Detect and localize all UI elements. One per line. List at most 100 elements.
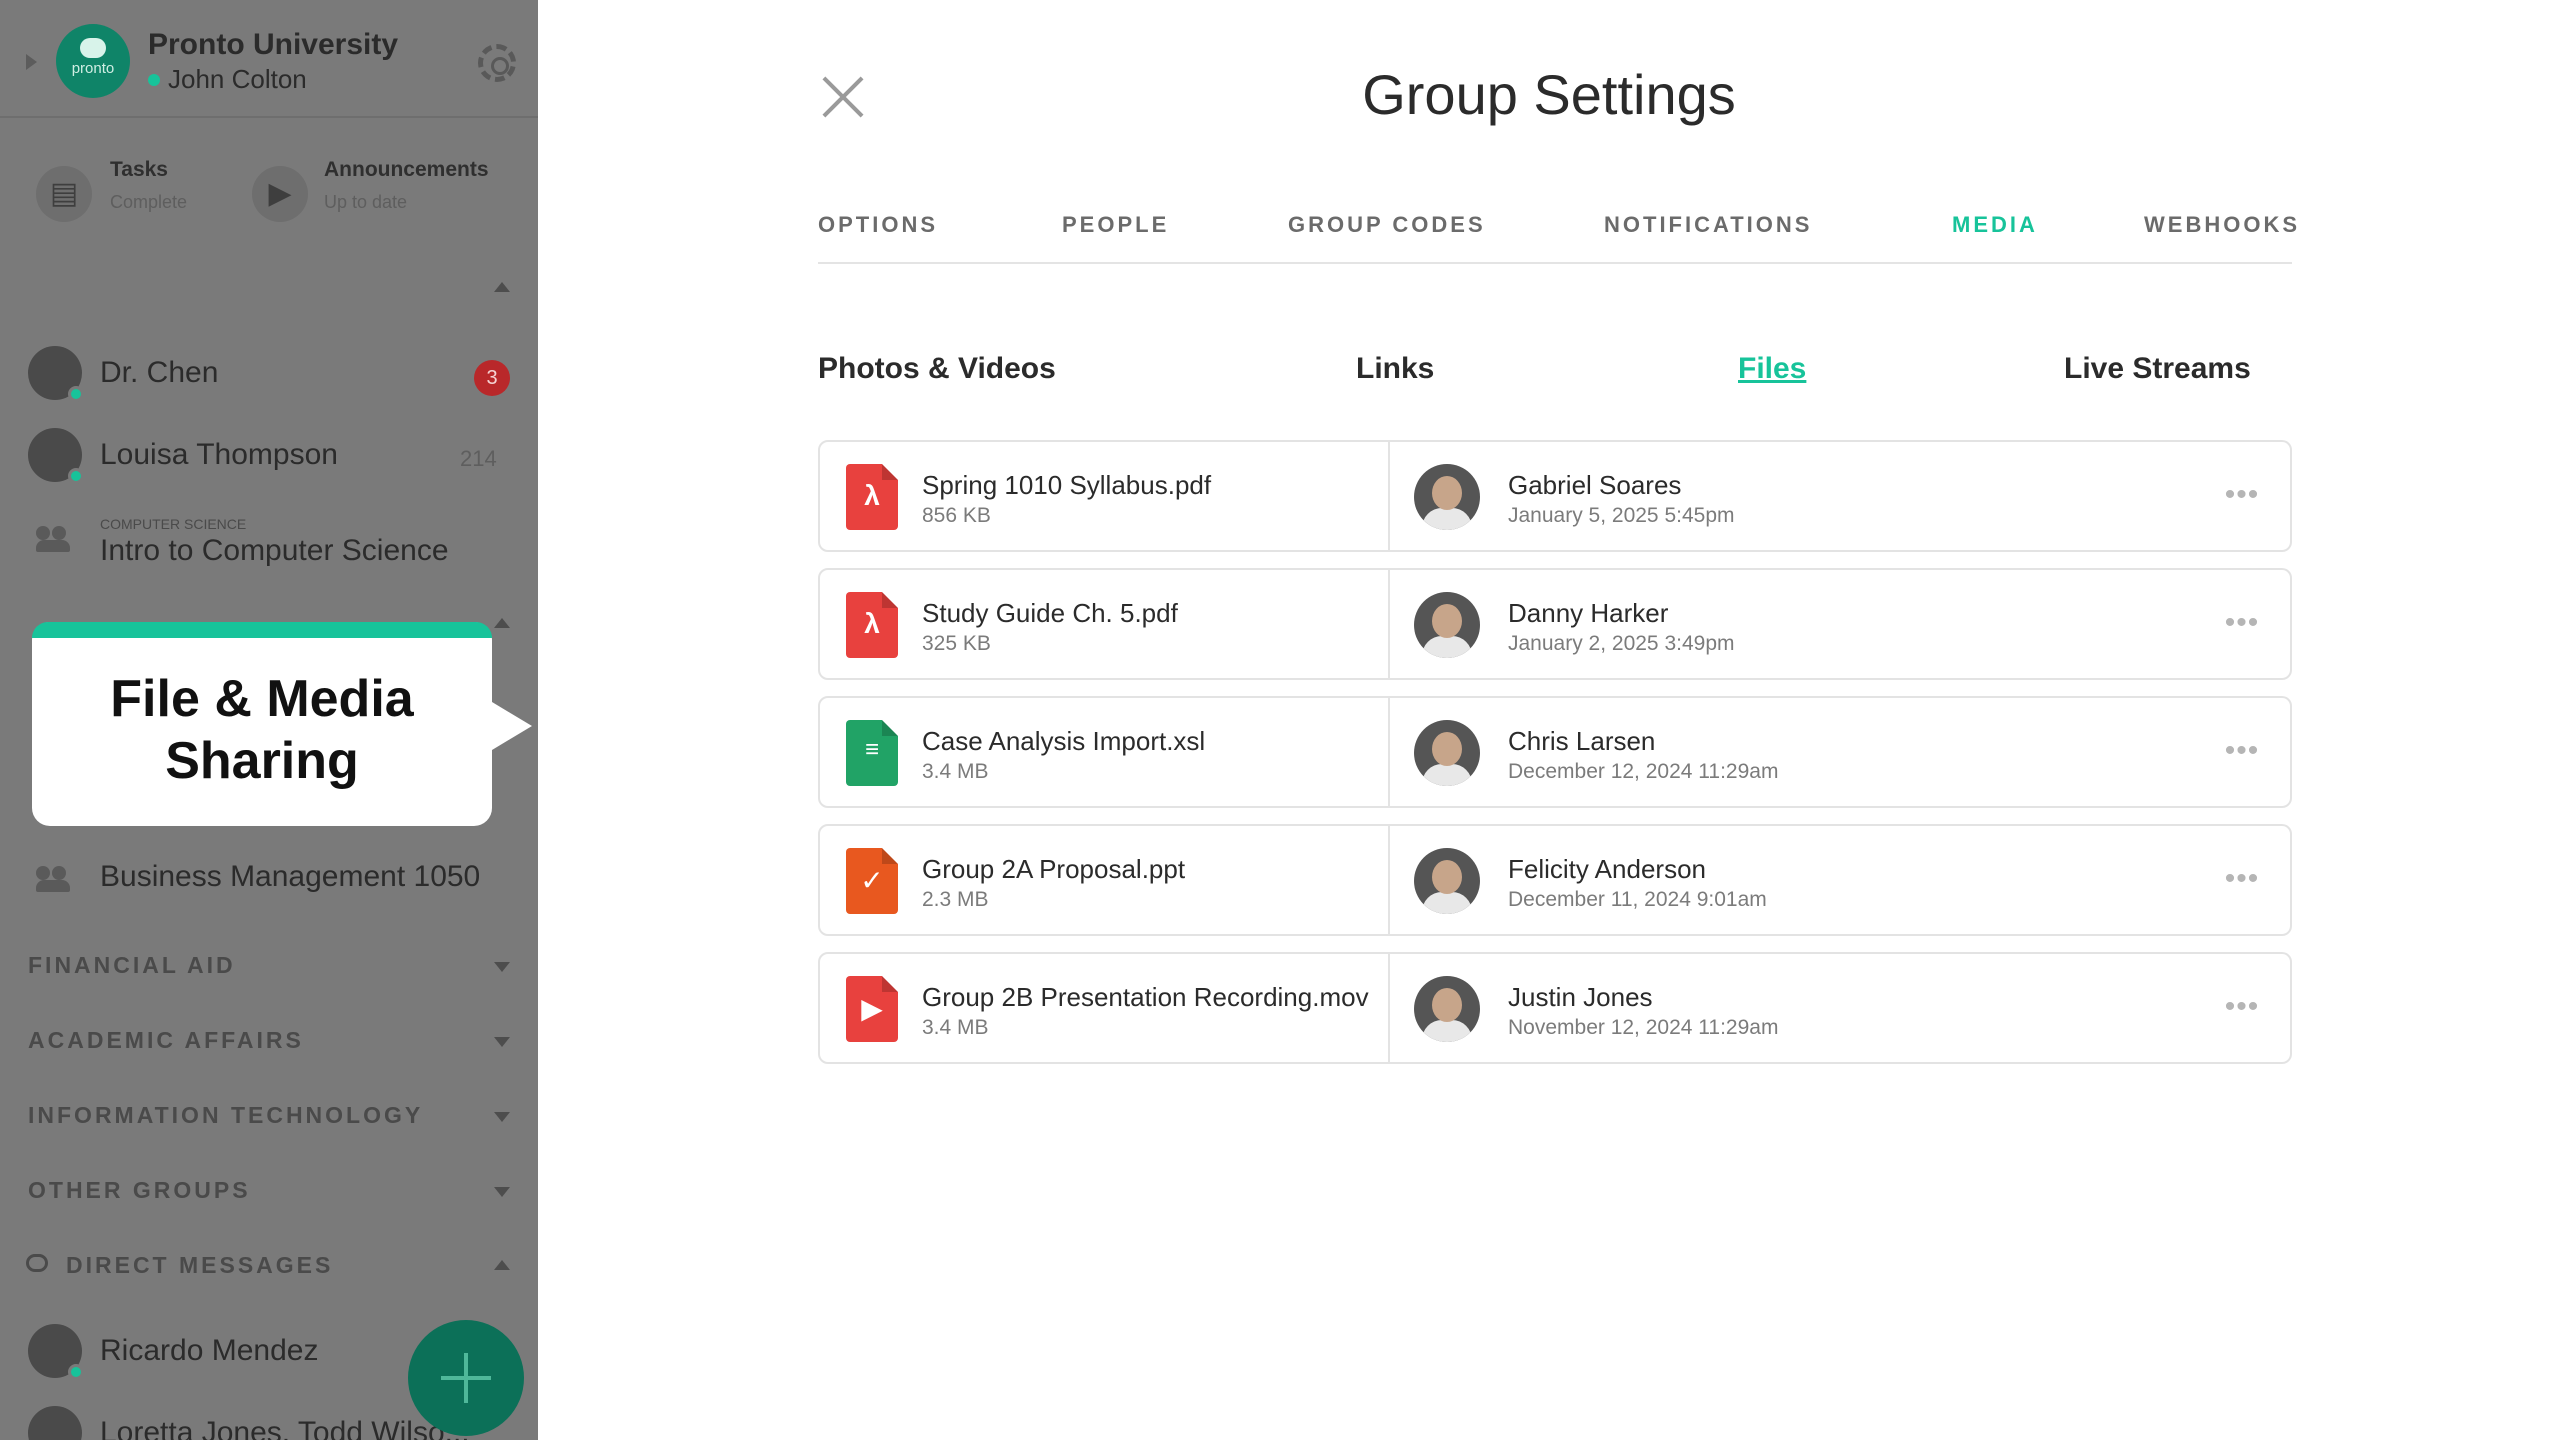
tasks-status[interactable]: ▤ Tasks Complete bbox=[0, 150, 240, 250]
table-row[interactable]: λ Spring 1010 Syllabus.pdf 856 KB Gabrie… bbox=[818, 440, 2292, 552]
callout-pointer bbox=[492, 702, 532, 750]
upload-date: December 11, 2024 9:01am bbox=[1508, 888, 1767, 911]
section-academic-affairs[interactable]: ACADEMIC AFFAIRS bbox=[0, 1021, 538, 1061]
file-name[interactable]: Group 2A Proposal.ppt bbox=[922, 854, 1185, 885]
file-size: 3.4 MB bbox=[922, 760, 989, 783]
chat-item-dr-chen[interactable]: Dr. Chen 3 bbox=[0, 334, 538, 414]
section-collapse-icon[interactable] bbox=[494, 618, 510, 628]
feature-callout: File & Media Sharing bbox=[32, 622, 532, 826]
pdf-file-icon: λ bbox=[846, 592, 898, 658]
table-row[interactable]: ▶ Group 2B Presentation Recording.mov 3.… bbox=[818, 952, 2292, 1064]
upload-date: December 12, 2024 11:29am bbox=[1508, 760, 1779, 783]
chat-name: Dr. Chen bbox=[100, 356, 219, 389]
file-name[interactable]: Group 2B Presentation Recording.mov bbox=[922, 982, 1369, 1013]
subtab-files[interactable]: Files bbox=[1738, 352, 1806, 386]
speech-bubble-icon bbox=[26, 1254, 48, 1272]
group-item-business-mgmt[interactable]: Business Management 1050 bbox=[0, 838, 538, 918]
current-user[interactable]: John Colton bbox=[148, 64, 307, 95]
section-information-technology[interactable]: INFORMATION TECHNOLOGY bbox=[0, 1096, 538, 1136]
uploader-name: Gabriel Soares bbox=[1508, 470, 1682, 500]
callout-line-1: File & Media bbox=[110, 670, 414, 728]
chevron-down-icon bbox=[494, 1112, 510, 1122]
table-row[interactable]: λ Study Guide Ch. 5.pdf 325 KB Danny Har… bbox=[818, 568, 2292, 680]
dm-name: Ricardo Mendez bbox=[100, 1334, 319, 1367]
tab-options[interactable]: OPTIONS bbox=[818, 212, 938, 238]
section-direct-messages[interactable]: DIRECT MESSAGES bbox=[0, 1246, 538, 1286]
chevron-down-icon bbox=[494, 962, 510, 972]
file-name[interactable]: Study Guide Ch. 5.pdf bbox=[922, 598, 1178, 629]
file-name[interactable]: Case Analysis Import.xsl bbox=[922, 726, 1205, 757]
avatar bbox=[1414, 848, 1480, 914]
avatar bbox=[28, 1324, 84, 1380]
subtab-links[interactable]: Links bbox=[1356, 352, 1434, 386]
avatar bbox=[1414, 592, 1480, 658]
org-logo[interactable]: pronto bbox=[56, 24, 130, 98]
uploader-name: Danny Harker bbox=[1508, 598, 1669, 628]
video-file-icon: ▶ bbox=[846, 976, 898, 1042]
avatar bbox=[28, 1406, 82, 1440]
chat-item-louisa-thompson[interactable]: Louisa Thompson 214 bbox=[0, 416, 538, 496]
tab-notifications[interactable]: NOTIFICATIONS bbox=[1604, 212, 1812, 238]
megaphone-icon: ▶ bbox=[252, 166, 308, 222]
section-label: OTHER GROUPS bbox=[28, 1177, 251, 1203]
avatar bbox=[28, 428, 84, 484]
group-name: Intro to Computer Science bbox=[100, 534, 449, 567]
column-divider bbox=[1388, 570, 1390, 678]
subtab-live-streams[interactable]: Live Streams bbox=[2064, 352, 2251, 386]
section-collapse-icon[interactable] bbox=[494, 282, 510, 292]
column-divider bbox=[1388, 954, 1390, 1062]
org-name[interactable]: Pronto University bbox=[148, 28, 398, 62]
more-options-icon[interactable]: ••• bbox=[2222, 992, 2262, 1022]
announcements-title: Announcements bbox=[324, 158, 489, 181]
tab-group-codes[interactable]: GROUP CODES bbox=[1288, 212, 1486, 238]
online-status-icon bbox=[148, 73, 160, 86]
avatar bbox=[28, 346, 84, 402]
status-row: ▤ Tasks Complete ▶ Announcements Up to d… bbox=[0, 150, 538, 250]
online-status-icon bbox=[68, 386, 84, 402]
section-financial-aid[interactable]: FINANCIAL AID bbox=[0, 946, 538, 986]
pdf-file-icon: λ bbox=[846, 464, 898, 530]
table-row[interactable]: ✓ Group 2A Proposal.ppt 2.3 MB Felicity … bbox=[818, 824, 2292, 936]
tab-media[interactable]: MEDIA bbox=[1952, 212, 2038, 238]
file-name[interactable]: Spring 1010 Syllabus.pdf bbox=[922, 470, 1211, 501]
collapse-arrow-icon[interactable] bbox=[26, 54, 37, 70]
page-title: Group Settings bbox=[1362, 63, 1736, 126]
section-other-groups[interactable]: OTHER GROUPS bbox=[0, 1171, 538, 1211]
announcements-sub: Up to date bbox=[324, 192, 408, 212]
file-size: 325 KB bbox=[922, 632, 991, 655]
group-item-intro-cs[interactable]: COMPUTER SCIENCE Intro to Computer Scien… bbox=[0, 510, 538, 590]
online-status-icon bbox=[68, 1364, 84, 1380]
subtab-photos-videos[interactable]: Photos & Videos bbox=[818, 352, 1056, 386]
more-options-icon[interactable]: ••• bbox=[2222, 480, 2262, 510]
file-size: 2.3 MB bbox=[922, 888, 989, 911]
online-status-icon bbox=[68, 468, 84, 484]
gear-icon[interactable] bbox=[478, 44, 516, 82]
uploader-name: Chris Larsen bbox=[1508, 726, 1656, 756]
org-header: pronto Pronto University John Colton bbox=[0, 0, 538, 118]
callout-text: File & Media Sharing bbox=[32, 668, 492, 792]
tab-webhooks[interactable]: WEBHOOKS bbox=[2144, 212, 2300, 238]
announcements-status[interactable]: ▶ Announcements Up to date bbox=[240, 150, 538, 250]
group-icon bbox=[36, 866, 74, 892]
column-divider bbox=[1388, 698, 1390, 806]
sidebar: pronto Pronto University John Colton ▤ T… bbox=[0, 0, 538, 1440]
group-icon bbox=[36, 526, 74, 552]
presentation-file-icon: ✓ bbox=[846, 848, 898, 914]
tasks-title: Tasks bbox=[110, 158, 168, 181]
group-name: Business Management 1050 bbox=[100, 860, 481, 893]
section-label: INFORMATION TECHNOLOGY bbox=[28, 1102, 424, 1128]
tab-people[interactable]: PEOPLE bbox=[1062, 212, 1169, 238]
more-options-icon[interactable]: ••• bbox=[2222, 864, 2262, 894]
table-row[interactable]: ≡ Case Analysis Import.xsl 3.4 MB Chris … bbox=[818, 696, 2292, 808]
upload-date: January 2, 2025 3:49pm bbox=[1508, 632, 1735, 655]
spreadsheet-file-icon: ≡ bbox=[846, 720, 898, 786]
new-message-button[interactable] bbox=[408, 1320, 524, 1436]
more-options-icon[interactable]: ••• bbox=[2222, 608, 2262, 638]
settings-tabs: OPTIONS PEOPLE GROUP CODES NOTIFICATIONS… bbox=[818, 206, 2297, 264]
uploader-name: Justin Jones bbox=[1508, 982, 1653, 1012]
more-options-icon[interactable]: ••• bbox=[2222, 736, 2262, 766]
section-label: DIRECT MESSAGES bbox=[66, 1252, 334, 1278]
section-label: FINANCIAL AID bbox=[28, 952, 236, 978]
callout-line-2: Sharing bbox=[165, 732, 359, 790]
clipboard-icon: ▤ bbox=[36, 166, 92, 222]
